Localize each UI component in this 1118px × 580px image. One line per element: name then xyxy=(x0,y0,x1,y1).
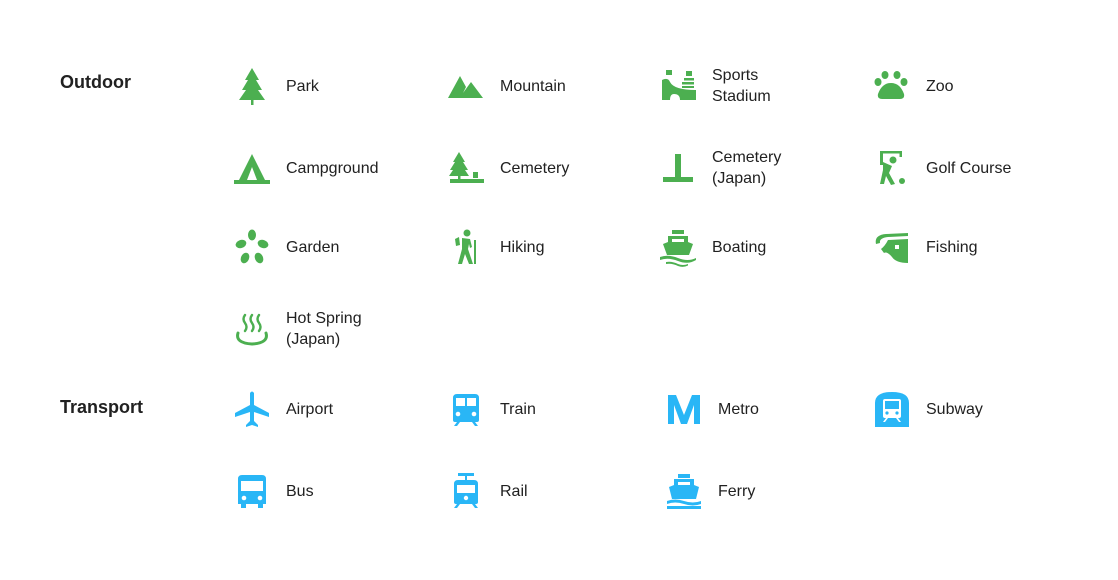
hot-spring-icon xyxy=(230,307,274,351)
bus-icon xyxy=(230,469,274,513)
legend-item-metro: Metro xyxy=(662,384,862,434)
legend-item-campground: Campground xyxy=(230,143,430,193)
legend-item-zoo: Zoo xyxy=(870,61,1070,111)
legend-item-boating: Boating xyxy=(656,222,856,272)
legend-item-mountain: Mountain xyxy=(444,61,644,111)
legend-item-subway: Subway xyxy=(870,384,1070,434)
legend-item-park: Park xyxy=(230,61,430,111)
mountain-icon xyxy=(444,64,488,108)
ferry-icon xyxy=(662,469,706,513)
tent-icon xyxy=(230,146,274,190)
legend-item-hiking: Hiking xyxy=(444,222,644,272)
paw-icon xyxy=(870,64,914,108)
flower-icon xyxy=(230,225,274,269)
golfer-icon xyxy=(870,146,914,190)
cemetery-japan-icon xyxy=(656,146,700,190)
item-label: Bus xyxy=(286,482,314,500)
item-label: Boating xyxy=(712,238,767,256)
item-label: Rail xyxy=(500,482,528,500)
item-label: Garden xyxy=(286,238,340,256)
item-label: Cemetery (Japan) xyxy=(712,149,782,187)
item-label: Cemetery xyxy=(500,159,570,177)
item-label: Sports Stadium xyxy=(712,67,771,105)
legend-item-garden: Garden xyxy=(230,222,430,272)
item-label: Zoo xyxy=(926,77,954,95)
legend-item-hot-spring: Hot Spring (Japan) xyxy=(230,304,430,354)
item-label: Campground xyxy=(286,159,379,177)
airplane-icon xyxy=(230,387,274,431)
section-title-transport: Transport xyxy=(60,397,144,417)
legend-item-rail: Rail xyxy=(444,466,644,516)
item-label: Hiking xyxy=(500,238,545,256)
item-label: Golf Course xyxy=(926,159,1012,177)
boat-icon xyxy=(656,225,700,269)
tram-icon xyxy=(444,469,488,513)
item-label: Subway xyxy=(926,400,983,418)
stadium-icon xyxy=(656,64,700,108)
legend-item-golf-course: Golf Course xyxy=(870,143,1070,193)
legend-item-fishing: Fishing xyxy=(870,222,1070,272)
section-title-outdoor: Outdoor xyxy=(60,72,131,92)
legend-item-bus: Bus xyxy=(230,466,430,516)
metro-icon xyxy=(662,387,706,431)
legend-item-train: Train xyxy=(444,384,644,434)
item-label: Mountain xyxy=(500,77,566,95)
item-label: Hot Spring (Japan) xyxy=(286,310,362,348)
train-icon xyxy=(444,387,488,431)
item-label: Fishing xyxy=(926,238,978,256)
cemetery-tree-icon xyxy=(444,146,488,190)
item-label: Train xyxy=(500,400,536,418)
item-label: Park xyxy=(286,77,319,95)
legend-item-cemetery-japan: Cemetery (Japan) xyxy=(656,143,856,193)
item-label: Airport xyxy=(286,400,334,418)
legend-item-cemetery: Cemetery xyxy=(444,143,644,193)
legend-item-sports-stadium: Sports Stadium xyxy=(656,61,856,111)
legend-item-ferry: Ferry xyxy=(662,466,862,516)
tree-icon xyxy=(230,64,274,108)
item-label: Metro xyxy=(718,400,759,418)
subway-icon xyxy=(870,387,914,431)
fish-icon xyxy=(870,225,914,269)
legend-item-airport: Airport xyxy=(230,384,430,434)
hiker-icon xyxy=(444,225,488,269)
item-label: Ferry xyxy=(718,482,756,500)
